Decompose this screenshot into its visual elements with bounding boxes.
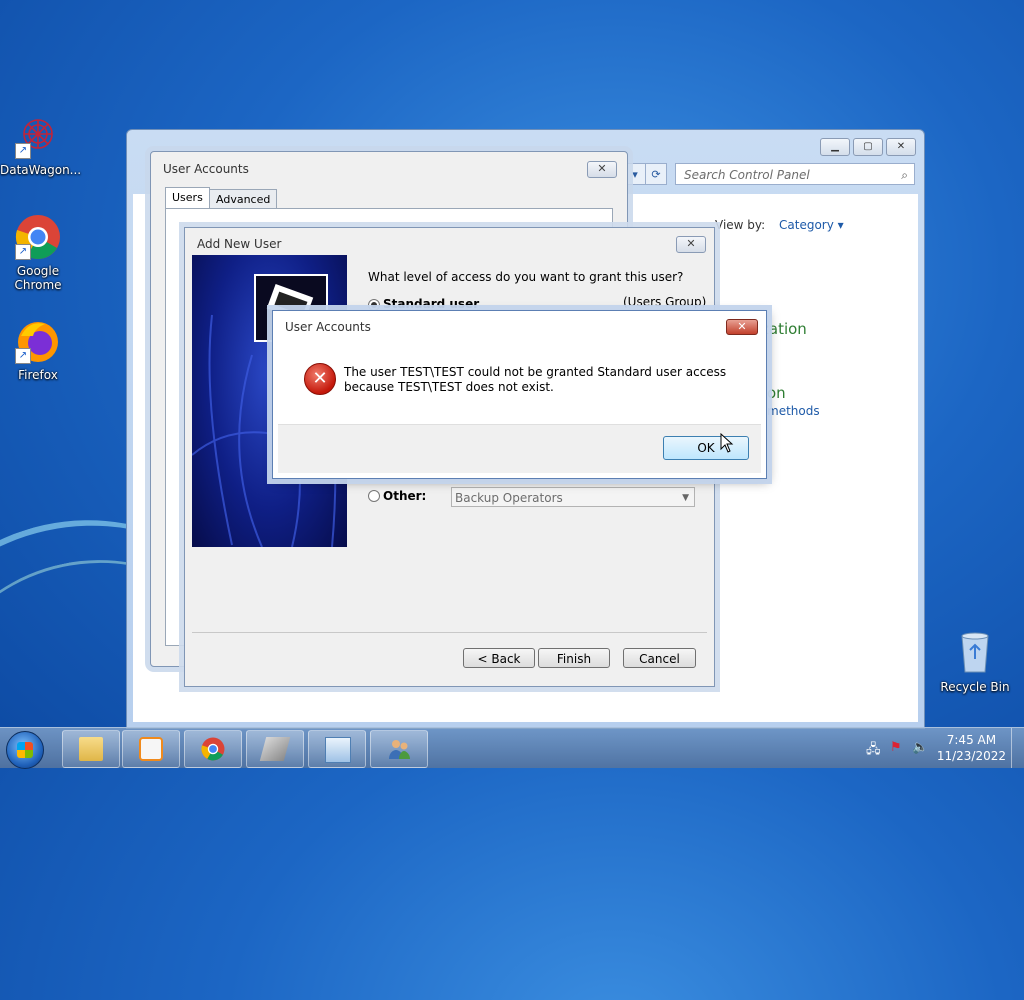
shortcut-arrow-icon: ↗ [15, 244, 31, 260]
network-icon[interactable]: 🖧 [866, 740, 881, 762]
category-heading-fragment[interactable]: on [767, 384, 786, 402]
error-dialog: User Accounts ✕ ✕ The user TEST\TEST cou… [272, 310, 767, 479]
back-button[interactable]: < Back [463, 648, 535, 668]
control-panel-icon [325, 737, 351, 763]
cancel-button[interactable]: Cancel [623, 648, 696, 668]
view-by-dropdown[interactable]: Category ▾ [779, 218, 844, 232]
other-label[interactable]: Other: [383, 489, 426, 503]
error-footer: OK [278, 424, 761, 473]
access-level-question: What level of access do you want to gran… [368, 270, 684, 284]
desktop-icon-chrome[interactable]: ↗ Google Chrome [0, 214, 76, 292]
start-button[interactable] [6, 731, 44, 769]
desktop-icon-label: Google Chrome [14, 264, 62, 292]
clock-date: 11/23/2022 [936, 749, 1006, 763]
standard-user-group: (Users Group) [623, 295, 707, 309]
dialog-title: Add New User [197, 237, 282, 251]
maximize-button[interactable]: ▢ [853, 138, 883, 156]
desktop-icon-label: Firefox [18, 368, 58, 382]
divider [192, 632, 707, 633]
shortcut-arrow-icon: ↗ [15, 348, 31, 364]
view-by-label: View by: [715, 218, 766, 232]
dialog-title: User Accounts [163, 162, 249, 176]
error-body: ✕ The user TEST\TEST could not be grante… [278, 339, 761, 424]
finish-button[interactable]: Finish [538, 648, 610, 668]
view-by: View by: Category ▾ [715, 218, 844, 232]
clock[interactable]: 7:45 AM 11/23/2022 [937, 732, 1006, 764]
volume-icon[interactable]: 🔈 [912, 740, 928, 755]
chevron-down-icon: ▼ [682, 493, 689, 503]
action-center-flag-icon[interactable]: ⚑ [890, 740, 902, 755]
chrome-icon: ↗ [15, 214, 61, 260]
category-heading-fragment[interactable]: zation [761, 320, 807, 338]
datawagon-icon: ↗ [15, 113, 61, 159]
other-group-value: Backup Operators [455, 491, 563, 505]
clock-time: 7:45 AM [946, 733, 997, 747]
tab-advanced[interactable]: Advanced [209, 189, 278, 209]
standard-user-label[interactable]: Standard user [383, 297, 479, 311]
taskbar-explorer[interactable] [62, 730, 120, 768]
refresh-button[interactable]: ⟳ [645, 163, 667, 185]
search-icon[interactable]: ⌕ [901, 164, 908, 186]
taskbar: 🖧 ⚑ 🔈 7:45 AM 11/23/2022 [0, 727, 1024, 769]
users-icon [387, 737, 411, 761]
search-input[interactable]: Search Control Panel ⌕ [675, 163, 915, 185]
other-radio[interactable] [368, 490, 380, 502]
tab-users[interactable]: Users [165, 187, 210, 210]
category-link-fragment[interactable]: methods [767, 404, 820, 418]
other-group-select[interactable]: Backup Operators ▼ [451, 487, 695, 507]
taskbar-media-player[interactable] [122, 730, 180, 768]
firefox-icon: ↗ [15, 318, 61, 364]
tools-icon [259, 737, 291, 761]
recycle-bin-icon [952, 630, 998, 676]
media-player-icon [139, 737, 163, 761]
error-icon: ✕ [304, 363, 336, 395]
ok-button[interactable]: OK [663, 436, 749, 460]
error-message: The user TEST\TEST could not be granted … [344, 365, 727, 394]
taskbar-users[interactable] [370, 730, 428, 768]
shortcut-arrow-icon: ↗ [15, 143, 31, 159]
chrome-icon [201, 737, 225, 761]
folder-icon [79, 737, 103, 761]
desktop-icon-label: DataWagon... [0, 163, 82, 177]
search-placeholder: Search Control Panel [684, 168, 810, 182]
taskbar-chrome[interactable] [184, 730, 242, 768]
mouse-cursor-icon [720, 433, 734, 453]
taskbar-control-panel[interactable] [308, 730, 366, 768]
window-controls: ▁ ▢ ✕ [820, 138, 916, 156]
close-button[interactable]: ✕ [886, 138, 916, 156]
taskbar-tools[interactable] [246, 730, 304, 768]
desktop-icon-label: Recycle Bin [940, 680, 1010, 694]
close-button[interactable]: ✕ [726, 319, 758, 335]
minimize-button[interactable]: ▁ [820, 138, 850, 156]
desktop-icon-datawagon[interactable]: ↗ DataWagon... [0, 113, 82, 177]
close-button[interactable]: ✕ [676, 236, 706, 253]
dialog-title: User Accounts [285, 320, 371, 334]
desktop-icon-firefox[interactable]: ↗ Firefox [0, 318, 76, 382]
desktop-icon-recycle-bin[interactable]: Recycle Bin [937, 630, 1013, 694]
show-desktop-button[interactable] [1011, 728, 1024, 768]
windows-logo-icon [17, 742, 33, 758]
close-button[interactable]: ✕ [587, 161, 617, 178]
